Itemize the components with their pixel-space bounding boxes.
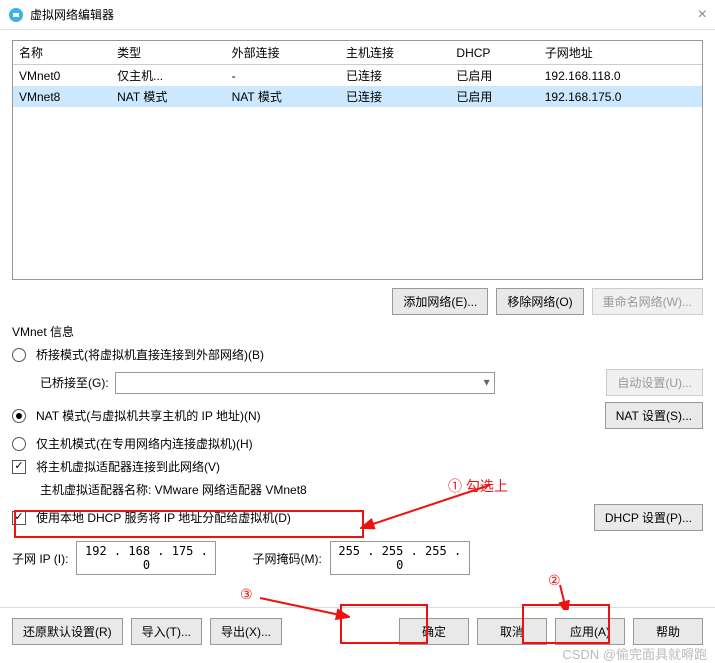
- dhcp-label: 使用本地 DHCP 服务将 IP 地址分配给虚拟机(D): [36, 509, 291, 526]
- export-button[interactable]: 导出(X)...: [210, 618, 282, 645]
- subnet-mask-label: 子网掩码(M):: [252, 550, 321, 567]
- col-header[interactable]: 名称: [13, 41, 111, 65]
- bridge-radio[interactable]: [12, 348, 26, 362]
- cancel-button[interactable]: 取消: [477, 618, 547, 645]
- table-row[interactable]: VMnet0仅主机...-已连接已启用192.168.118.0: [13, 65, 702, 87]
- app-icon: [8, 7, 24, 23]
- dhcp-settings-button[interactable]: DHCP 设置(P)...: [594, 504, 703, 531]
- adapter-name-label: 主机虚拟适配器名称: VMware 网络适配器 VMnet8: [40, 481, 307, 498]
- rename-network-button: 重命名网络(W)...: [592, 288, 703, 315]
- connect-adapter-checkbox[interactable]: [12, 460, 26, 474]
- restore-defaults-button[interactable]: 还原默认设置(R): [12, 618, 123, 645]
- window-title: 虚拟网络编辑器: [30, 6, 114, 23]
- titlebar: 虚拟网络编辑器 ×: [0, 0, 715, 30]
- network-table[interactable]: 名称类型外部连接主机连接DHCP子网地址 VMnet0仅主机...-已连接已启用…: [12, 40, 703, 280]
- table-row[interactable]: VMnet8NAT 模式NAT 模式已连接已启用192.168.175.0: [13, 86, 702, 107]
- connect-adapter-label: 将主机虚拟适配器连接到此网络(V): [36, 458, 220, 475]
- import-button[interactable]: 导入(T)...: [131, 618, 202, 645]
- footer: 还原默认设置(R) 导入(T)... 导出(X)... 确定 取消 应用(A) …: [0, 607, 715, 645]
- dhcp-checkbox[interactable]: [12, 511, 26, 525]
- subnet-ip-label: 子网 IP (I):: [12, 550, 68, 567]
- hostonly-label: 仅主机模式(在专用网络内连接虚拟机)(H): [36, 435, 253, 452]
- bridge-label: 桥接模式(将虚拟机直接连接到外部网络)(B): [36, 346, 264, 363]
- col-header[interactable]: DHCP: [450, 41, 538, 65]
- subnet-ip-input[interactable]: 192 . 168 . 175 . 0: [76, 541, 216, 575]
- help-button[interactable]: 帮助: [633, 618, 703, 645]
- subnet-mask-input[interactable]: 255 . 255 . 255 . 0: [330, 541, 470, 575]
- col-header[interactable]: 外部连接: [226, 41, 340, 65]
- nat-label: NAT 模式(与虚拟机共享主机的 IP 地址)(N): [36, 407, 261, 424]
- auto-settings-button: 自动设置(U)...: [606, 369, 703, 396]
- hostonly-radio[interactable]: [12, 437, 26, 451]
- nat-radio[interactable]: [12, 409, 26, 423]
- add-network-button[interactable]: 添加网络(E)...: [392, 288, 488, 315]
- bridged-to-label: 已桥接至(G):: [40, 374, 109, 391]
- apply-button[interactable]: 应用(A): [555, 618, 625, 645]
- remove-network-button[interactable]: 移除网络(O): [496, 288, 583, 315]
- col-header[interactable]: 类型: [111, 41, 225, 65]
- col-header[interactable]: 子网地址: [539, 41, 702, 65]
- vmnet-info-title: VMnet 信息: [12, 323, 703, 340]
- ok-button[interactable]: 确定: [399, 618, 469, 645]
- watermark: CSDN @偷完面具就嘚跑: [562, 644, 707, 663]
- close-icon[interactable]: ×: [698, 6, 707, 24]
- nat-settings-button[interactable]: NAT 设置(S)...: [605, 402, 703, 429]
- col-header[interactable]: 主机连接: [340, 41, 450, 65]
- bridged-to-select: [115, 372, 495, 394]
